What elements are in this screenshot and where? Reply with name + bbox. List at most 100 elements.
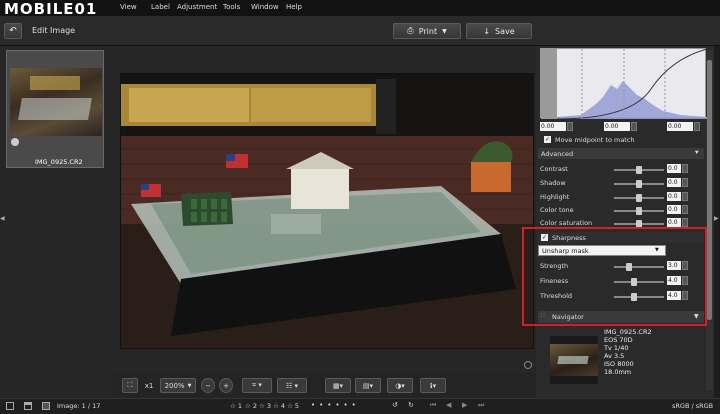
edited-photo[interactable] — [120, 73, 534, 349]
strength-input[interactable]: 3.0 — [667, 261, 681, 270]
black-point-input[interactable]: 0.00 — [540, 122, 566, 131]
threshold-slider[interactable] — [614, 296, 664, 298]
midpoint-spinner[interactable] — [631, 122, 637, 131]
fineness-input[interactable]: 4.0 — [667, 276, 681, 285]
highlight-slider-knob[interactable] — [636, 194, 642, 202]
grid-button[interactable]: ☷ ▾ — [277, 378, 307, 393]
rotate-icon[interactable] — [524, 361, 532, 369]
sharpness-header[interactable]: ✓ Sharpness — [538, 232, 704, 243]
fineness-label: Fineness — [540, 277, 569, 285]
zoom-value: 200% — [164, 381, 185, 390]
zoom-out-button[interactable]: − — [201, 378, 215, 393]
fineness-row: Fineness 4.0 — [540, 276, 706, 286]
menu-view[interactable]: View — [120, 3, 137, 11]
menu-tools[interactable]: Tools — [223, 3, 240, 11]
collapse-left-icon[interactable]: ◀ — [0, 215, 5, 223]
prev-image-icon[interactable]: ◀ — [446, 401, 451, 409]
contrast-input[interactable]: 0.0 — [667, 164, 681, 173]
rating-5[interactable]: ☆ 5 — [287, 402, 299, 410]
color-saturation-slider-knob[interactable] — [636, 220, 642, 228]
fit-screen-button[interactable]: ⛶ — [122, 378, 138, 393]
label-dots-icon[interactable]: •••••• — [311, 401, 360, 409]
threshold-label: Threshold — [540, 292, 573, 300]
next-image-icon[interactable]: ▶ — [462, 401, 467, 409]
navigator-header[interactable]: ∷ Navigator ▼ — [538, 311, 704, 323]
thumbnail-card[interactable]: IMG_0925.CR2 — [6, 50, 104, 168]
info-icon: ℹ▾ — [429, 381, 437, 390]
tone-curve-histogram[interactable] — [540, 48, 708, 120]
fineness-slider-knob[interactable] — [631, 278, 637, 286]
move-midpoint-label: Move midpoint to match — [555, 136, 635, 144]
rating-1[interactable]: ☆ 1 — [230, 402, 242, 410]
first-image-icon[interactable]: ⏮ — [430, 401, 436, 410]
rotate-left-icon[interactable]: ↺ — [392, 401, 398, 409]
save-button[interactable]: ↓ Save — [466, 23, 532, 39]
contrast-row: Contrast 0.0 — [540, 164, 706, 174]
compare-button[interactable]: ▦▾ — [325, 378, 351, 393]
back-button[interactable]: ↶ — [4, 23, 22, 39]
contrast-spinner[interactable] — [682, 164, 688, 173]
rating-4[interactable]: ☆ 4 — [273, 402, 285, 410]
fineness-spinner[interactable] — [682, 276, 688, 285]
scrollbar-thumb[interactable] — [707, 60, 712, 320]
menu-adjustment[interactable]: Adjustment — [177, 3, 217, 11]
strength-spinner[interactable] — [682, 261, 688, 270]
threshold-spinner[interactable] — [682, 291, 688, 300]
zoom-in-button[interactable]: + — [219, 378, 233, 393]
last-image-icon[interactable]: ⏭ — [478, 401, 484, 410]
highlight-spinner[interactable] — [682, 192, 688, 201]
shadow-spinner[interactable] — [682, 178, 688, 187]
print-button[interactable]: ⎙ Print ▼ — [393, 23, 461, 39]
advanced-title: Advanced — [541, 150, 574, 158]
advanced-header[interactable]: Advanced ⯆ — [538, 148, 704, 159]
info-shutter: Tv 1/40 — [604, 344, 629, 352]
move-midpoint-checkbox[interactable]: ✓ — [544, 136, 551, 143]
sharpness-checkbox[interactable]: ✓ — [541, 234, 548, 241]
color-saturation-label: Color saturation — [540, 219, 593, 227]
strength-slider[interactable] — [614, 266, 664, 268]
edited-badge-icon — [11, 138, 19, 146]
chevron-down-icon: ▼ — [694, 313, 699, 320]
threshold-input[interactable]: 4.0 — [667, 291, 681, 300]
display-button[interactable]: ▤▾ — [355, 378, 381, 393]
menu-help[interactable]: Help — [286, 3, 302, 11]
image-only-view-icon[interactable] — [42, 402, 50, 410]
color-tone-spinner[interactable] — [682, 205, 688, 214]
midpoint-input[interactable]: 0.00 — [604, 122, 630, 131]
filmstrip-view-icon[interactable] — [24, 402, 32, 410]
color-saturation-input[interactable]: 0.0 — [667, 218, 681, 227]
single-view-icon[interactable] — [6, 402, 14, 410]
info-aperture: Av 3.5 — [604, 352, 625, 360]
rotate-right-icon[interactable]: ↻ — [408, 401, 414, 409]
menu-label[interactable]: Label — [151, 3, 170, 11]
rating-3[interactable]: ☆ 3 — [259, 402, 271, 410]
fineness-slider[interactable] — [614, 281, 664, 283]
color-tone-input[interactable]: 0.0 — [667, 205, 681, 214]
crop-button[interactable]: ⌗ ▾ — [242, 378, 272, 393]
color-button[interactable]: ◑▾ — [387, 378, 413, 393]
white-point-input[interactable]: 0.00 — [667, 122, 693, 131]
shadow-slider-knob[interactable] — [636, 180, 642, 188]
white-point-spinner[interactable] — [694, 122, 700, 131]
color-saturation-spinner[interactable] — [682, 218, 688, 227]
threshold-slider-knob[interactable] — [631, 293, 637, 301]
grid-icon: ☷ ▾ — [285, 381, 298, 390]
collapse-right-icon[interactable]: ▶ — [714, 215, 720, 223]
strength-slider-knob[interactable] — [626, 263, 632, 271]
zoom-select[interactable]: 200% ▼ — [160, 378, 196, 393]
palette-icon: ◑▾ — [395, 381, 405, 390]
shadow-input[interactable]: 0.0 — [667, 178, 681, 187]
contrast-slider-knob[interactable] — [636, 166, 642, 174]
palette-scrollbar[interactable] — [706, 50, 713, 390]
sharpness-mode-select[interactable]: Unsharp mask ▼ — [538, 245, 666, 256]
info-button[interactable]: ℹ▾ — [420, 378, 446, 393]
rating-2[interactable]: ☆ 2 — [245, 402, 257, 410]
navigator-info: IMG_0925.CR2 EOS 70D Tv 1/40 Av 3.5 ISO … — [604, 328, 652, 376]
print-label: Print — [418, 26, 438, 36]
zoom-x1-button[interactable]: x1 — [141, 378, 157, 393]
black-point-spinner[interactable] — [567, 122, 573, 131]
color-tone-slider-knob[interactable] — [636, 207, 642, 215]
menu-window[interactable]: Window — [251, 3, 279, 11]
navigator-preview[interactable] — [550, 336, 598, 384]
highlight-input[interactable]: 0.0 — [667, 192, 681, 201]
